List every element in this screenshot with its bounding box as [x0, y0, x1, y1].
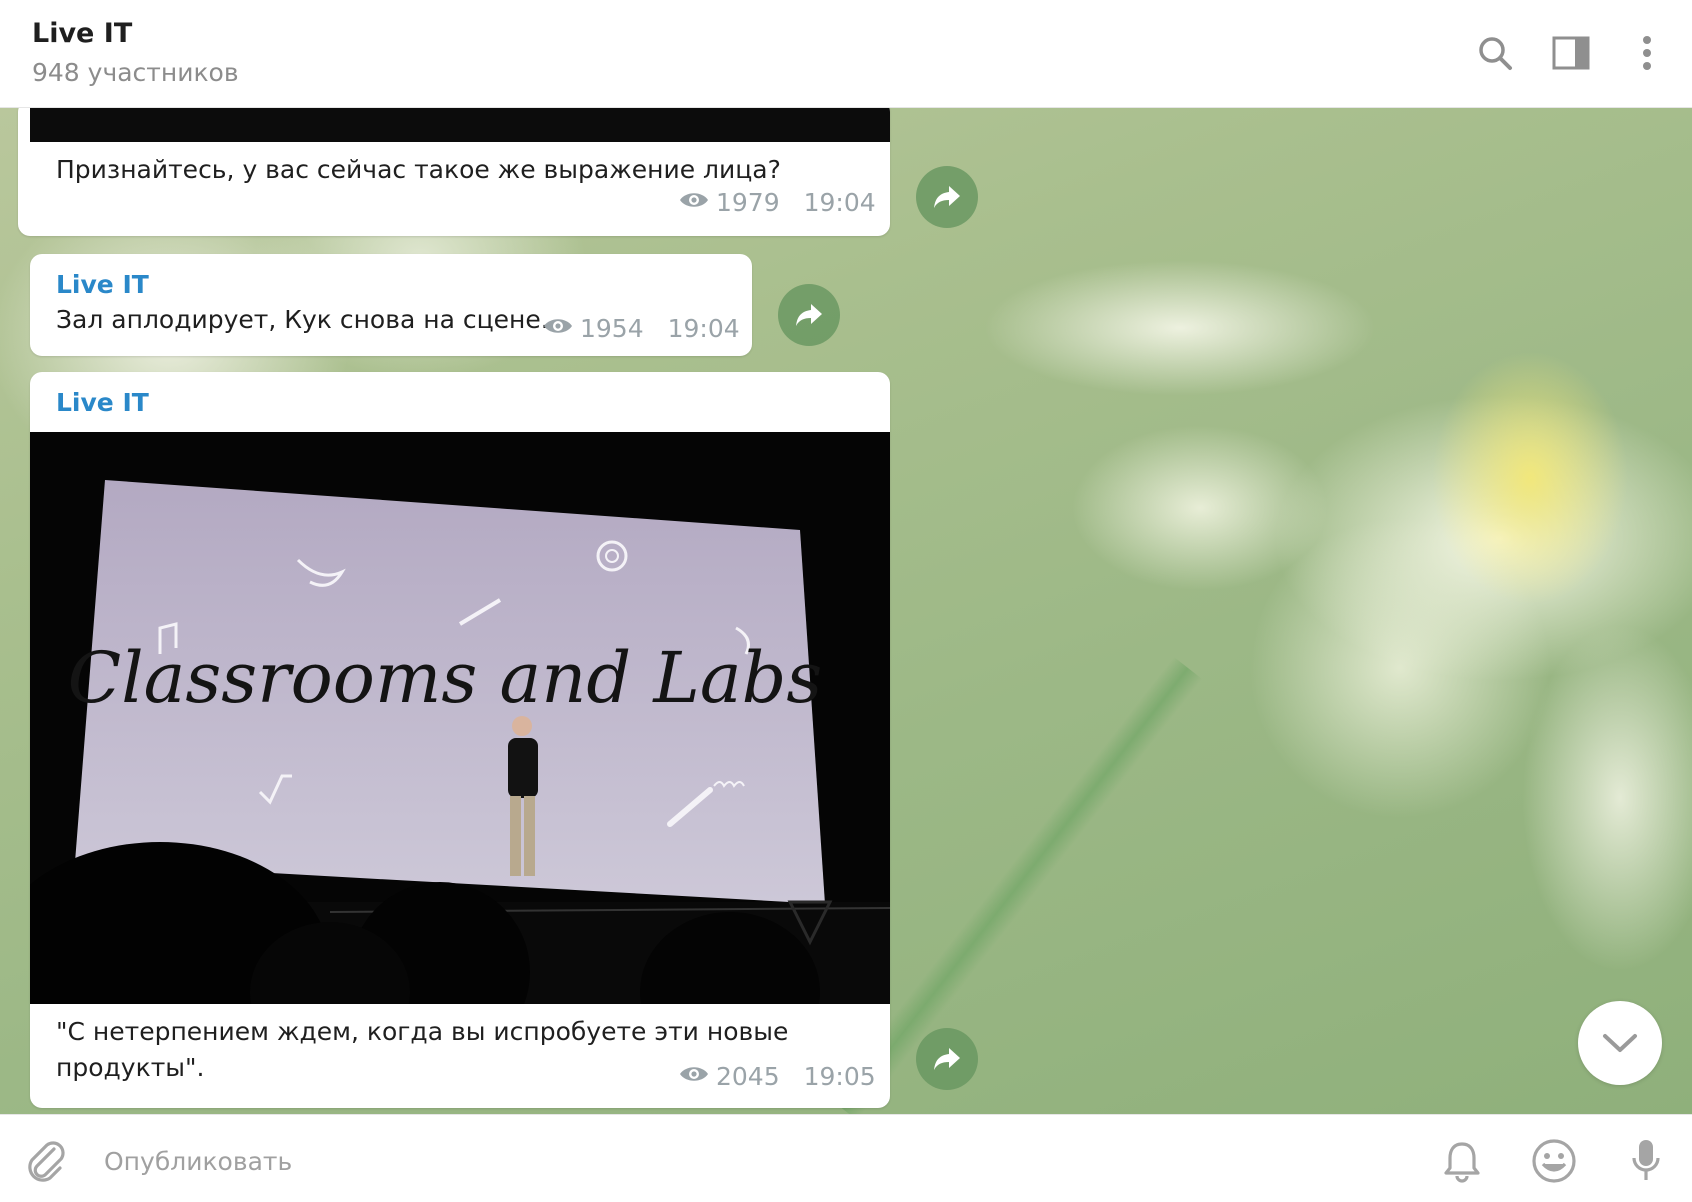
message-text-line-2: продукты". [56, 1053, 205, 1082]
scroll-to-bottom-button[interactable] [1578, 1001, 1662, 1085]
message-time: 19:04 [667, 314, 740, 343]
message-time: 19:05 [803, 1062, 876, 1091]
message-author[interactable]: Live IT [56, 270, 149, 299]
photo-fragment[interactable] [30, 108, 890, 142]
share-arrow-icon [934, 1048, 960, 1070]
message-bubble[interactable]: Live IT Classrooms and Labs "С нетерпени… [30, 372, 890, 1108]
message-meta: 2045 19:05 [678, 1062, 876, 1091]
message-text: Признайтесь, у вас сейчас такое же выраж… [56, 155, 781, 184]
microphone-icon[interactable] [1620, 1135, 1672, 1187]
chat-title[interactable]: Live IT [32, 18, 132, 49]
message-bubble[interactable]: Признайтесь, у вас сейчас такое же выраж… [18, 108, 890, 236]
compose-bar [0, 1114, 1692, 1202]
view-count: 2045 [716, 1062, 780, 1091]
more-vertical-icon[interactable] [1624, 30, 1670, 76]
message-meta: 1979 19:04 [678, 188, 876, 217]
views-icon [542, 314, 574, 343]
bell-icon[interactable] [1436, 1135, 1488, 1187]
chevron-down-icon [1603, 1034, 1637, 1052]
chat-background: Признайтесь, у вас сейчас такое же выраж… [0, 108, 1692, 1114]
view-count: 1979 [716, 188, 780, 217]
share-arrow-icon [796, 304, 822, 326]
message-input[interactable] [104, 1141, 1304, 1181]
forward-button[interactable] [916, 1028, 978, 1090]
attach-icon[interactable] [20, 1135, 72, 1187]
photo-screen-title: Classrooms and Labs [68, 637, 823, 719]
share-arrow-icon [934, 186, 960, 208]
search-icon[interactable] [1472, 30, 1518, 76]
message-time: 19:04 [803, 188, 876, 217]
forward-button[interactable] [778, 284, 840, 346]
message-bubble[interactable]: Live IT Зал аплодирует, Кук снова на сце… [30, 254, 752, 356]
message-author[interactable]: Live IT [56, 388, 149, 417]
views-icon [678, 1062, 710, 1091]
view-count: 1954 [580, 314, 644, 343]
emoji-icon[interactable] [1528, 1135, 1580, 1187]
member-count: 948 участников [32, 58, 239, 87]
message-text: Зал аплодирует, Кук снова на сцене. [56, 305, 549, 334]
message-meta: 1954 19:04 [542, 314, 740, 343]
sidebar-toggle-icon[interactable] [1548, 30, 1594, 76]
message-text-line-1: "С нетерпением ждем, когда вы испробуете… [56, 1017, 789, 1046]
chat-header: Live IT 948 участников [0, 0, 1692, 108]
forward-button[interactable] [916, 166, 978, 228]
message-photo[interactable]: Classrooms and Labs [30, 432, 890, 1004]
views-icon [678, 188, 710, 217]
